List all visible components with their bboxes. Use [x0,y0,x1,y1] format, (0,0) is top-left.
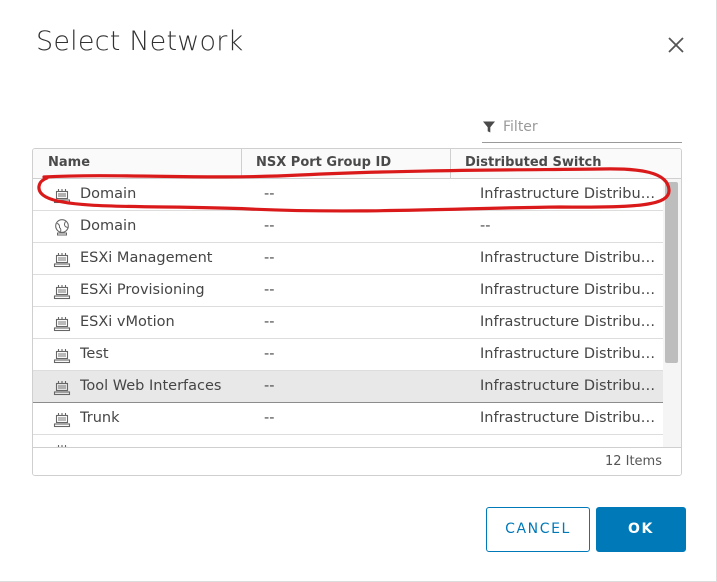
column-resize-handle[interactable] [450,149,451,178]
ok-button[interactable]: OK [596,507,686,552]
grid-footer: 12 Items [33,447,681,475]
cell-name: Domain [80,186,137,202]
distributed-portgroup-icon [53,253,71,268]
cell-nsx-port-group-id: -- [264,186,275,202]
cell-name: Domain [80,218,137,234]
network-grid: Name NSX Port Group ID Distributed Switc… [32,148,682,476]
standard-network-globe-icon [55,219,69,236]
cell-name: ESXi vMotion [80,314,175,330]
cell-nsx-port-group-id: -- [264,282,275,298]
cell-nsx-port-group-id: -- [264,378,275,394]
column-header-nsx-port-group-id[interactable]: NSX Port Group ID [256,149,391,178]
cell-name: Test [80,346,109,362]
cell-distributed-switch: Infrastructure Distributed Switch [480,410,660,426]
cell-name: Trunk [80,410,120,426]
cell-distributed-switch: Infrastructure Distributed Switch [480,282,660,298]
cell-distributed-switch: Infrastructure Distributed Switch [480,346,660,362]
filter-box [482,114,682,143]
column-header-name[interactable]: Name [48,149,90,178]
distributed-portgroup-icon [53,317,71,332]
filter-funnel-icon [483,121,495,133]
cell-nsx-port-group-id: -- [264,250,275,266]
cell-distributed-switch: Infrastructure Distributed Switch [480,186,660,202]
select-network-dialog: Select Network Name NSX Port Group ID Di… [0,0,717,582]
column-header-distributed-switch[interactable]: Distributed Switch [465,149,602,178]
table-row[interactable]: ESXi Management -- Infrastructure Distri… [33,243,663,275]
column-resize-handle[interactable] [241,149,242,178]
item-count: 12 Items [604,454,662,469]
grid-header: Name NSX Port Group ID Distributed Switc… [33,149,681,179]
cell-distributed-switch: Infrastructure Distributed Switch [480,378,660,394]
distributed-portgroup-icon [53,381,71,396]
cell-name: Tool Web Interfaces [80,378,222,394]
distributed-portgroup-icon [53,189,71,204]
table-row[interactable]: Test -- Infrastructure Distributed Switc… [33,339,663,371]
cell-nsx-port-group-id: -- [264,346,275,362]
dialog-title: Select Network [36,26,244,57]
distributed-portgroup-icon [53,349,71,364]
cancel-button[interactable]: CANCEL [486,507,590,552]
cell-distributed-switch: -- [480,218,491,234]
table-row-partial[interactable] [33,435,663,447]
table-row[interactable]: ESXi vMotion -- Infrastructure Distribut… [33,307,663,339]
cell-nsx-port-group-id: -- [264,314,275,330]
vertical-scrollbar[interactable] [663,179,681,447]
filter-input[interactable] [503,117,673,137]
distributed-portgroup-icon [53,285,71,300]
cell-distributed-switch: Infrastructure Distributed Switch [480,250,660,266]
table-row[interactable]: ESXi Provisioning -- Infrastructure Dist… [33,275,663,307]
table-row[interactable]: Domain -- Infrastructure Distributed Swi… [33,179,663,211]
grid-body: Domain -- Infrastructure Distributed Swi… [33,179,663,447]
table-row-selected[interactable]: Tool Web Interfaces -- Infrastructure Di… [33,371,663,403]
cell-name: ESXi Provisioning [80,282,205,298]
distributed-portgroup-icon [53,413,71,428]
table-row[interactable]: Domain -- -- [33,211,663,243]
cell-nsx-port-group-id: -- [264,410,275,426]
cell-nsx-port-group-id: -- [264,218,275,234]
scrollbar-thumb[interactable] [665,182,678,363]
cell-name: ESXi Management [80,250,213,266]
table-row[interactable]: Trunk -- Infrastructure Distributed Swit… [33,403,663,435]
close-icon[interactable] [664,33,688,57]
cell-distributed-switch: Infrastructure Distributed Switch [480,314,660,330]
